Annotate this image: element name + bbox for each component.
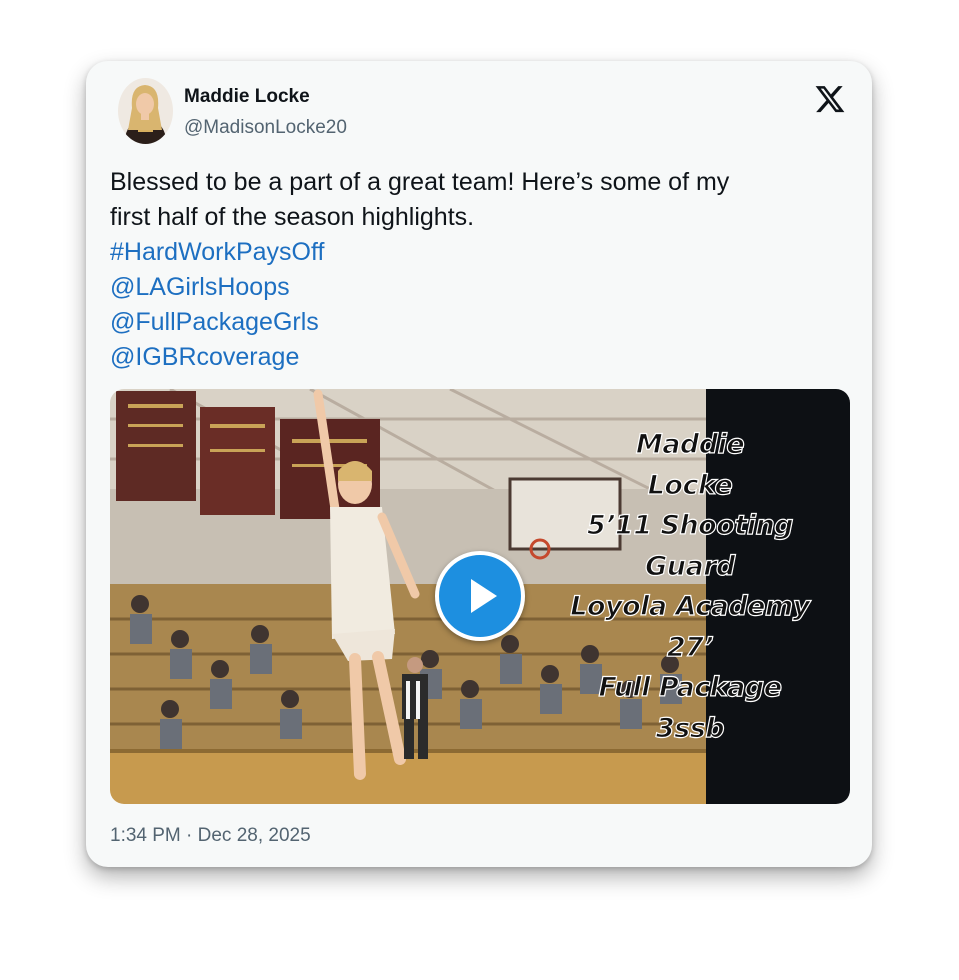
tweet-card: Maddie Locke @MadisonLocke20 Blessed to …	[86, 61, 872, 867]
hashtag-link[interactable]: #HardWorkPaysOff	[110, 235, 840, 270]
overlay-line: 3ssb	[655, 712, 725, 744]
tweet-text: Blessed to be a part of a great team! He…	[110, 165, 840, 375]
video-overlay-text: Maddie Locke 5’11 Shooting Guard Loyola …	[540, 425, 840, 749]
overlay-line: Loyola Academy	[570, 590, 811, 622]
avatar[interactable]	[118, 78, 173, 144]
mention-link[interactable]: @FullPackageGrls	[110, 305, 840, 340]
tweet-timestamp[interactable]: 1:34 PM · Dec 28, 2025	[110, 825, 311, 847]
tweet-text-line: Blessed to be a part of a great team! He…	[110, 168, 730, 196]
play-icon	[471, 579, 497, 613]
tweet-text-line: first half of the season highlights.	[110, 203, 475, 231]
overlay-line: Locke	[647, 469, 733, 501]
x-logo-icon[interactable]	[814, 83, 846, 115]
overlay-line: Guard	[645, 550, 736, 582]
author-handle[interactable]: @MadisonLocke20	[184, 117, 347, 139]
overlay-line: Maddie	[635, 428, 745, 460]
mention-link[interactable]: @LAGirlsHoops	[110, 270, 840, 305]
overlay-line: 5’11 Shooting	[586, 509, 794, 541]
overlay-line: 27’	[666, 631, 714, 663]
play-button[interactable]	[435, 551, 525, 641]
overlay-line: Full Package	[598, 671, 783, 703]
mention-link[interactable]: @IGBRcoverage	[110, 340, 840, 375]
video-player[interactable]: Maddie Locke 5’11 Shooting Guard Loyola …	[110, 389, 850, 804]
author-name[interactable]: Maddie Locke	[184, 86, 310, 108]
